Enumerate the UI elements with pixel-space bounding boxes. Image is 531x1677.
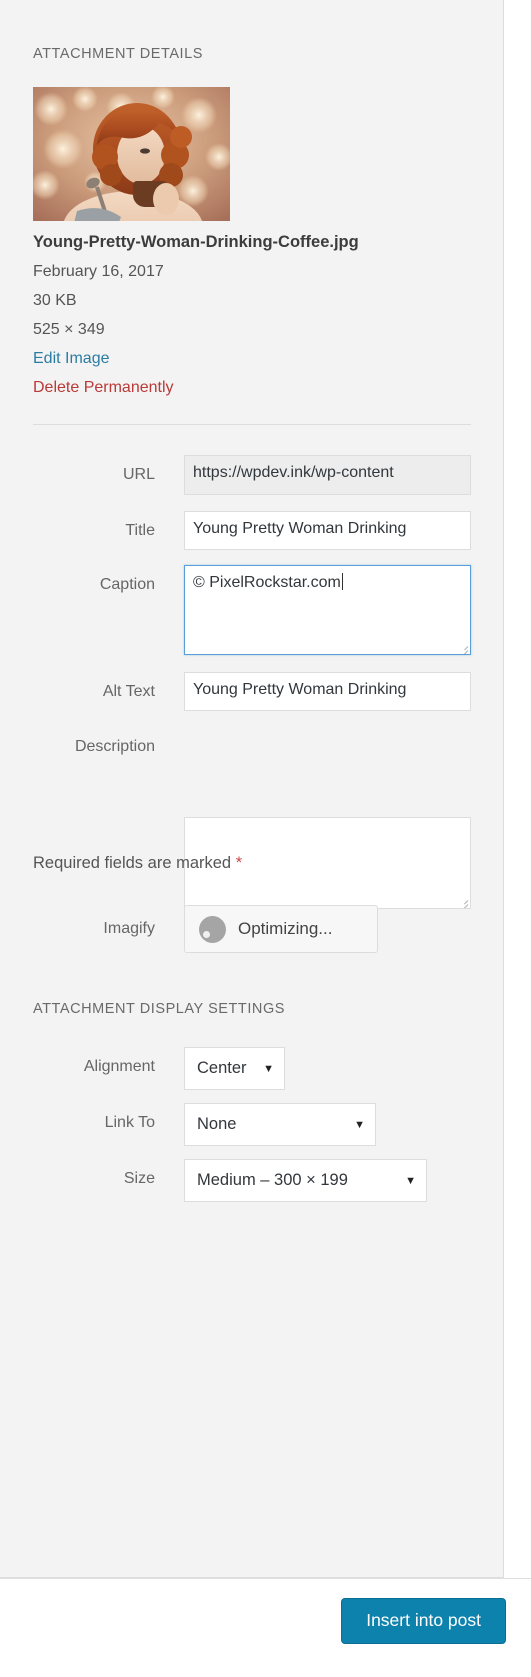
thumbnail-image: [33, 87, 230, 221]
alt-text-label: Alt Text: [102, 683, 155, 700]
link-to-value: None: [197, 1115, 237, 1133]
chevron-down-icon: ▼: [354, 1118, 365, 1131]
chevron-down-icon: ▼: [263, 1062, 274, 1075]
loading-spinner-icon: [199, 915, 226, 943]
size-value: Medium – 300 × 199: [197, 1171, 348, 1189]
resize-grip-icon[interactable]: [458, 897, 468, 907]
title-input[interactable]: Young Pretty Woman Drinking: [184, 511, 471, 550]
edit-image-link[interactable]: Edit Image: [33, 350, 109, 368]
url-input[interactable]: https://wpdev.ink/wp-content: [184, 455, 471, 495]
size-select[interactable]: Medium – 300 × 199 ▼: [184, 1159, 427, 1202]
title-label: Title: [125, 522, 155, 539]
description-label: Description: [74, 738, 155, 755]
attachment-thumbnail[interactable]: [33, 87, 230, 221]
link-to-label: Link To: [104, 1114, 155, 1131]
alt-text-input[interactable]: Young Pretty Woman Drinking: [184, 672, 471, 711]
imagify-button-label: Optimizing...: [238, 919, 333, 938]
url-label: URL: [122, 466, 155, 483]
modal-footer: Insert into post: [0, 1578, 531, 1677]
link-to-select[interactable]: None ▼: [184, 1103, 376, 1146]
text-caret: [341, 573, 343, 590]
attachment-details-panel: ATTACHMENT DETAILS Young-Pretty-Woman-Dr…: [0, 0, 504, 1578]
resize-grip-icon[interactable]: [458, 643, 468, 653]
attachment-details-heading: ATTACHMENT DETAILS: [33, 46, 203, 62]
alignment-select[interactable]: Center ▼: [184, 1047, 285, 1090]
required-asterisk: *: [235, 854, 243, 872]
required-fields-note: Required fields are marked *: [33, 854, 242, 873]
media-attachment-panel: ATTACHMENT DETAILS Young-Pretty-Woman-Dr…: [0, 0, 531, 1677]
delete-permanently-link[interactable]: Delete Permanently: [33, 379, 174, 397]
size-label: Size: [123, 1170, 155, 1187]
imagify-optimizing-button[interactable]: Optimizing...: [184, 905, 378, 953]
attachment-date: February 16, 2017: [33, 263, 164, 280]
details-divider: [33, 424, 471, 425]
caption-textarea[interactable]: © PixelRockstar.com: [184, 565, 471, 655]
attachment-file-name: Young-Pretty-Woman-Drinking-Coffee.jpg: [33, 233, 359, 251]
attachment-dimensions: 525 × 349: [33, 321, 105, 338]
attachment-file-size: 30 KB: [33, 292, 77, 309]
imagify-label: Imagify: [103, 920, 155, 937]
required-note-text: Required fields are marked: [33, 854, 236, 872]
alignment-label: Alignment: [83, 1058, 155, 1075]
alignment-value: Center: [197, 1059, 247, 1077]
caption-value: © PixelRockstar.com: [193, 574, 341, 591]
chevron-down-icon: ▼: [405, 1174, 416, 1187]
attachment-display-settings-heading: ATTACHMENT DISPLAY SETTINGS: [33, 1001, 285, 1017]
insert-into-post-button[interactable]: Insert into post: [341, 1598, 506, 1644]
caption-label: Caption: [99, 576, 155, 593]
